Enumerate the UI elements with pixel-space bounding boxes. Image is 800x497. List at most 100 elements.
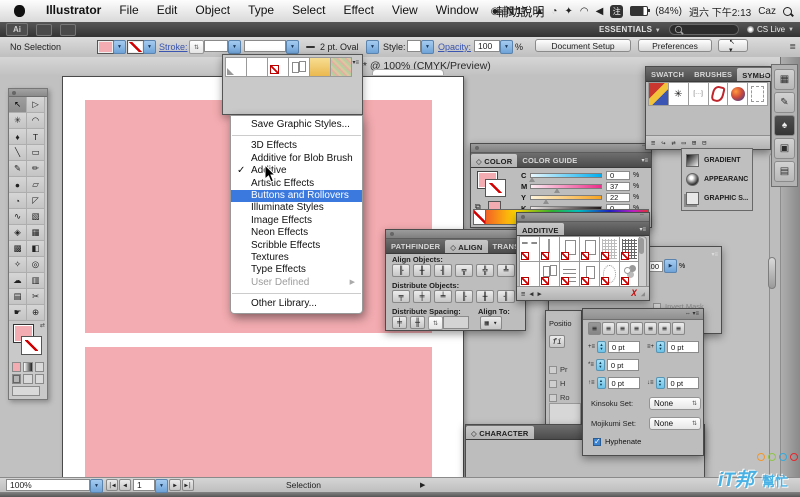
graphic-style-swatch[interactable] xyxy=(247,58,267,76)
channel-slider[interactable] xyxy=(529,172,602,182)
distribute-object-button[interactable]: ╪ xyxy=(413,290,431,303)
camera-status-icon[interactable]: ◉ xyxy=(491,6,500,17)
menu-item[interactable] xyxy=(232,135,361,137)
graphic-style-thumbnail[interactable] xyxy=(560,237,579,261)
menubar-item[interactable]: Edit xyxy=(148,3,187,20)
graphic-style-swatch[interactable] xyxy=(331,58,351,76)
paragraph-align-button[interactable]: ≡ xyxy=(602,322,615,335)
menubar-item[interactable]: Illustrator xyxy=(37,3,110,20)
spacing-value-field[interactable] xyxy=(443,316,469,329)
menubar-clock[interactable]: 週六 下午2:13 xyxy=(689,4,751,19)
stroke-weight-stepper[interactable] xyxy=(189,40,204,54)
brushes-dock-icon[interactable]: ✎ xyxy=(774,92,795,113)
opacity-link[interactable]: Opacity: xyxy=(438,42,471,52)
delete-style-icon[interactable]: X xyxy=(631,289,636,299)
align-panel-tab[interactable]: ◇ ALIGN xyxy=(445,240,488,253)
paragraph-align-button[interactable]: ≡ xyxy=(658,322,671,335)
graphic-style-thumbnail[interactable] xyxy=(540,262,559,286)
battery-icon[interactable] xyxy=(630,6,651,16)
pen-tool[interactable]: ♦ xyxy=(9,129,27,145)
graphic-style-swatch[interactable] xyxy=(268,58,288,76)
graphic-styles-menu-icon[interactable]: ▾≡ xyxy=(352,59,359,66)
menubar-item[interactable]: Object xyxy=(186,3,239,20)
tools-panel-titlebar[interactable] xyxy=(9,89,47,97)
bridge-icon[interactable] xyxy=(36,23,52,36)
paragraph-align-button[interactable]: ≡ xyxy=(616,322,629,335)
artboards-dock-icon[interactable]: ▤ xyxy=(774,161,795,182)
bluetooth-icon[interactable]: ✦ xyxy=(564,6,572,17)
style-field[interactable] xyxy=(407,40,421,52)
fill-dropdown-arrow[interactable] xyxy=(113,40,126,54)
pink-rectangle-2[interactable] xyxy=(85,347,432,480)
status-popup-arrow[interactable]: ▶ xyxy=(420,481,425,489)
channel-value-field[interactable]: 0 xyxy=(606,170,630,180)
volume-icon[interactable]: ◀ xyxy=(596,6,604,17)
symbols-panel-tab[interactable]: SWATCH xyxy=(646,67,689,81)
swap-fill-stroke-icon[interactable]: ⇄ xyxy=(40,322,45,329)
selection-tool[interactable]: ↖ xyxy=(9,97,27,113)
distribute-object-button[interactable]: ╤ xyxy=(392,290,410,303)
time-machine-icon[interactable]: ◔ xyxy=(551,6,557,17)
last-artboard-button[interactable]: ▶| xyxy=(182,479,194,491)
transparency-panel-menu-icon[interactable] xyxy=(711,251,718,258)
hyphenate-checkbox[interactable]: Hyphenate xyxy=(593,437,641,446)
brush-definition[interactable]: 2 pt. Oval xyxy=(320,42,359,52)
graphic-style-thumbnail[interactable] xyxy=(600,237,619,261)
graphic-style-swatch[interactable] xyxy=(289,58,309,76)
menubar-item[interactable]: Effect xyxy=(334,3,382,20)
line-segment-tool[interactable]: ╲ xyxy=(9,145,27,161)
channel-slider[interactable] xyxy=(530,194,602,204)
kinsoku-select[interactable]: None xyxy=(649,397,701,410)
place-symbol-icon[interactable]: ↪ xyxy=(661,139,665,147)
space-after-stepper[interactable] xyxy=(655,377,665,389)
graphic-style-thumbnail[interactable] xyxy=(580,237,599,261)
align-object-button[interactable]: ╟ xyxy=(392,264,410,277)
first-artboard-button[interactable]: |◀ xyxy=(106,479,118,491)
opentype-checkbox-1[interactable]: Pr xyxy=(549,365,568,374)
control-panel-menu-icon[interactable]: ≣ xyxy=(789,42,796,51)
appbar-search-input[interactable] xyxy=(669,24,740,35)
zoom-tool[interactable]: ⊕ xyxy=(27,305,45,321)
mojikumi-select[interactable]: None xyxy=(649,417,701,430)
perspective-grid-tool[interactable]: ▦ xyxy=(27,225,45,241)
stroke-swatch[interactable] xyxy=(127,40,144,54)
align-object-button[interactable]: ╢ xyxy=(434,264,452,277)
graphic-style-swatch[interactable] xyxy=(310,58,330,76)
adobe-updater-icon[interactable]: N 17 xyxy=(506,6,527,17)
opacity-field[interactable]: 100 xyxy=(474,40,500,52)
menu-item[interactable]: Additive for Blob Brush xyxy=(231,153,362,165)
fast-user-switch[interactable]: Caz xyxy=(758,6,776,17)
menu-item[interactable]: Type Effects xyxy=(231,264,362,276)
tool-presets-button[interactable]: ↖ ▾ xyxy=(718,39,748,54)
space-after-field[interactable]: 0 pt xyxy=(666,377,699,389)
new-symbol-icon[interactable]: ⊞ xyxy=(692,139,696,147)
align-object-button[interactable]: ╫ xyxy=(413,264,431,277)
distribute-spacing-button[interactable]: ╪ xyxy=(392,316,407,329)
opentype-checkbox-3[interactable]: Ro xyxy=(549,393,570,402)
paragraph-align-button[interactable]: ≡ xyxy=(630,322,643,335)
graphic-style-thumbnail[interactable] xyxy=(620,237,639,261)
wifi-icon[interactable]: ◠ xyxy=(580,6,589,17)
ligature-button[interactable]: fi xyxy=(549,335,565,348)
width-tool[interactable]: ∿ xyxy=(9,209,27,225)
graphic-style-thumbnail[interactable] xyxy=(620,262,639,286)
menu-item[interactable]: Buttons and Rollovers xyxy=(231,189,362,203)
rectangle-tool[interactable]: ▭ xyxy=(27,145,45,161)
draw-behind-button[interactable] xyxy=(23,374,33,384)
collapsed-panel-button[interactable]: GRADIENT xyxy=(682,151,752,170)
align-object-button[interactable]: ╬ xyxy=(476,264,494,277)
shape-builder-tool[interactable]: ◈ xyxy=(9,225,27,241)
paragraph-align-button[interactable]: ≡ xyxy=(672,322,685,335)
gradient-tool[interactable]: ◧ xyxy=(27,241,45,257)
screen-mode-button[interactable] xyxy=(12,386,40,396)
menu-item[interactable]: Artistic Effects xyxy=(231,178,362,190)
symbol-text[interactable] xyxy=(688,83,708,105)
input-source-icon[interactable]: 注 xyxy=(610,4,624,18)
space-before-field[interactable]: 0 pt xyxy=(607,377,640,389)
blob-brush-tool[interactable]: ● xyxy=(9,177,27,193)
brush-dropdown[interactable] xyxy=(366,40,379,54)
scale-tool[interactable]: ◸ xyxy=(27,193,45,209)
break-link-icon[interactable]: ⇄ xyxy=(671,139,675,147)
symbol-sprayer-tool[interactable]: ☁ xyxy=(9,273,27,289)
first-line-stepper[interactable] xyxy=(595,359,605,371)
